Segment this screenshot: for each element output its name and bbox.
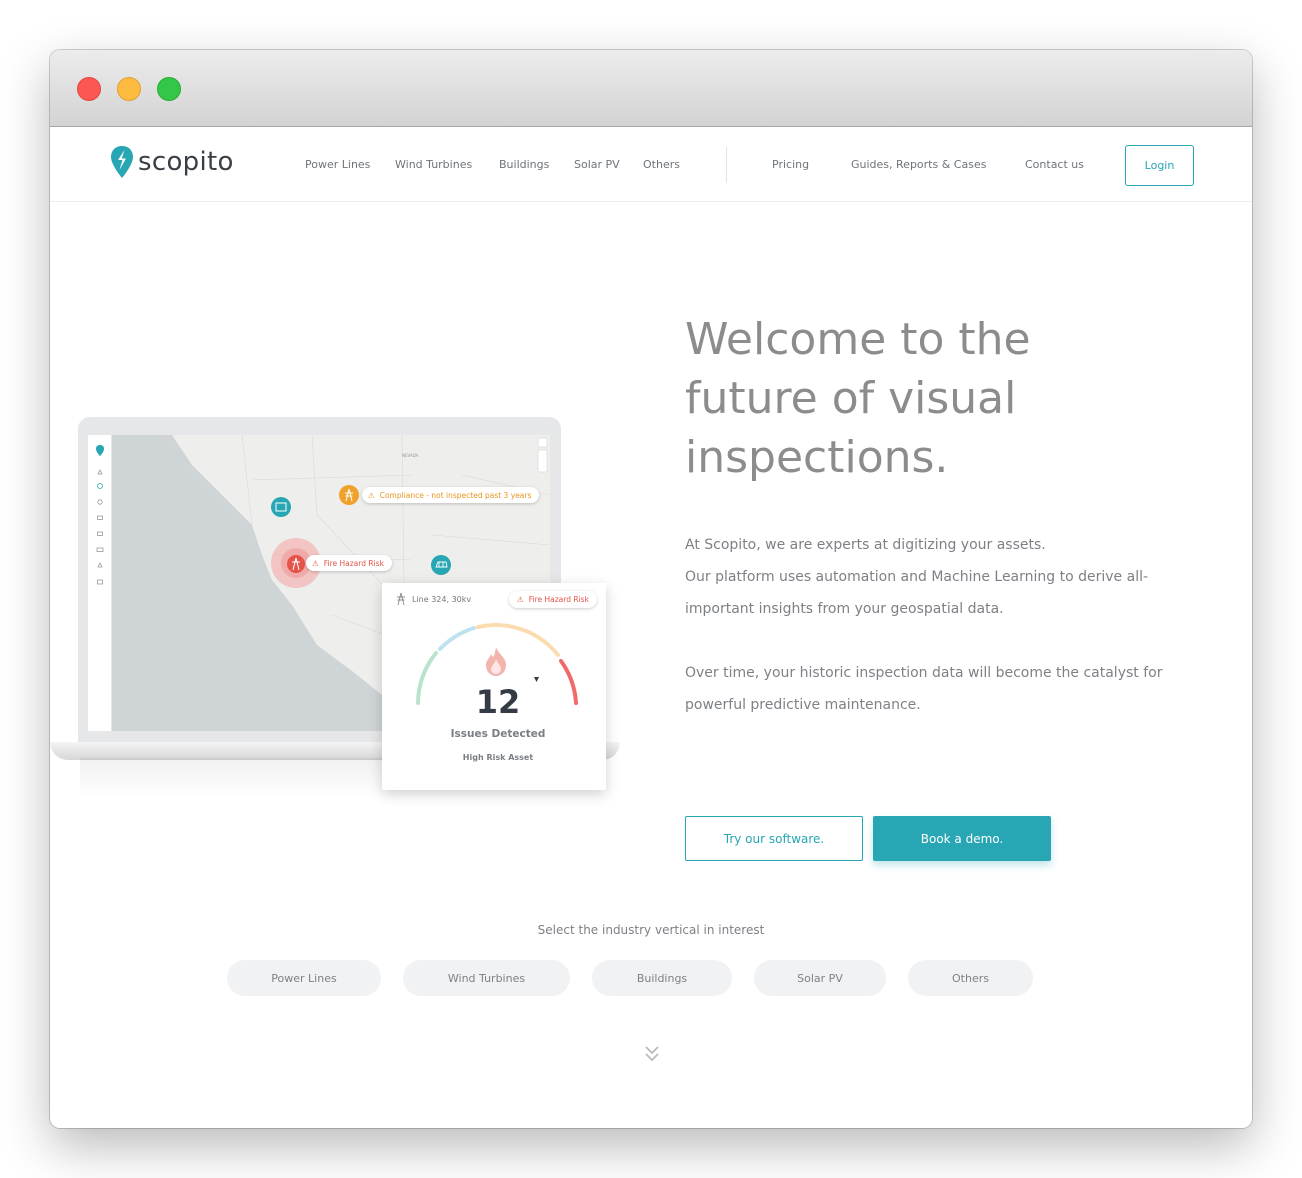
minimize-window-button[interactable] (117, 77, 141, 101)
nav-wind-turbines[interactable]: Wind Turbines (395, 158, 472, 171)
vertical-pill-power-lines[interactable]: Power Lines (227, 960, 381, 996)
flame-icon (486, 647, 506, 676)
tower-marker-red-icon[interactable] (286, 554, 306, 574)
brand-name: scopito (138, 147, 234, 177)
logo-pin-icon (111, 146, 133, 178)
try-software-button[interactable]: Try our software. (685, 816, 863, 861)
vertical-pill-buildings[interactable]: Buildings (592, 960, 732, 996)
intro-line: important insights from your geospatial … (685, 601, 1004, 617)
nav-others[interactable]: Others (643, 158, 680, 171)
compliance-tag[interactable]: ⚠ Compliance - not inspected past 3 year… (362, 487, 540, 503)
vertical-select-label: Select the industry vertical in interest (537, 923, 765, 937)
warning-icon: ⚠ (368, 490, 375, 500)
nav-pricing[interactable]: Pricing (772, 158, 809, 171)
hero-title-line: inspections. (685, 432, 949, 483)
tower-icon (397, 592, 405, 606)
nav-contact[interactable]: Contact us (1025, 158, 1084, 171)
site-navbar: scopito Power Lines Wind Turbines Buildi… (50, 127, 1252, 202)
card-fire-badge: ⚠ Fire Hazard Risk (509, 591, 597, 608)
solar-marker-icon[interactable] (430, 554, 452, 576)
hero-title-line: future of visual (685, 373, 1017, 424)
nav-guides[interactable]: Guides, Reports & Cases (851, 158, 986, 171)
browser-window: scopito Power Lines Wind Turbines Buildi… (50, 50, 1252, 1128)
vertical-pill-wind-turbines[interactable]: Wind Turbines (403, 960, 570, 996)
intro-line: Our platform uses automation and Machine… (685, 569, 1149, 585)
warning-icon: ⚠ (312, 558, 319, 568)
intro-line: At Scopito, we are experts at digitizing… (685, 537, 1046, 553)
asset-info-card[interactable]: Line 324, 30kv ⚠ Fire Hazard Risk 12 Iss… (382, 583, 606, 790)
maximize-window-button[interactable] (157, 77, 181, 101)
login-button[interactable]: Login (1125, 145, 1194, 186)
predictive-paragraph: Over time, your historic inspection data… (685, 657, 1185, 721)
site-logo[interactable]: scopito (110, 145, 234, 179)
sidebar-icons (96, 445, 104, 585)
card-fire-badge-label: Fire Hazard Risk (528, 595, 589, 604)
intro-paragraph: At Scopito, we are experts at digitizing… (685, 529, 1185, 625)
hero-title: Welcome to the future of visual inspecti… (685, 310, 1115, 487)
card-line-label: Line 324, 30kv (412, 595, 472, 604)
issues-count: 12 (475, 683, 521, 721)
map-state-label: NEVADA (402, 453, 419, 458)
predictive-line: powerful predictive maintenance. (685, 697, 921, 713)
fire-hazard-tag-label: Fire Hazard Risk (323, 558, 384, 568)
vertical-pill-others[interactable]: Others (908, 960, 1033, 996)
predictive-line: Over time, your historic inspection data… (685, 665, 1163, 681)
book-demo-button[interactable]: Book a demo. (873, 816, 1051, 861)
issues-label: Issues Detected (450, 728, 546, 740)
chevron-double-down-icon[interactable] (644, 1045, 660, 1063)
vertical-pill-solar-pv[interactable]: Solar PV (754, 960, 886, 996)
compliance-tag-label: Compliance - not inspected past 3 years (379, 490, 532, 500)
warning-icon: ⚠ (517, 595, 524, 604)
app-sidebar (88, 435, 112, 731)
fire-hazard-tag[interactable]: ⚠ Fire Hazard Risk (306, 555, 392, 571)
tower-marker-orange-icon[interactable] (338, 484, 360, 506)
hero-section: NEVADA ⚠ Compliance - not inspected past… (50, 202, 1252, 1128)
nav-separator (726, 147, 727, 183)
building-marker-icon[interactable] (270, 496, 292, 518)
close-window-button[interactable] (77, 77, 101, 101)
nav-buildings[interactable]: Buildings (499, 158, 549, 171)
risk-label: High Risk Asset (462, 753, 534, 762)
nav-solar-pv[interactable]: Solar PV (574, 158, 620, 171)
window-titlebar (50, 50, 1252, 127)
hero-title-line: Welcome to the (685, 314, 1031, 365)
nav-power-lines[interactable]: Power Lines (305, 158, 370, 171)
